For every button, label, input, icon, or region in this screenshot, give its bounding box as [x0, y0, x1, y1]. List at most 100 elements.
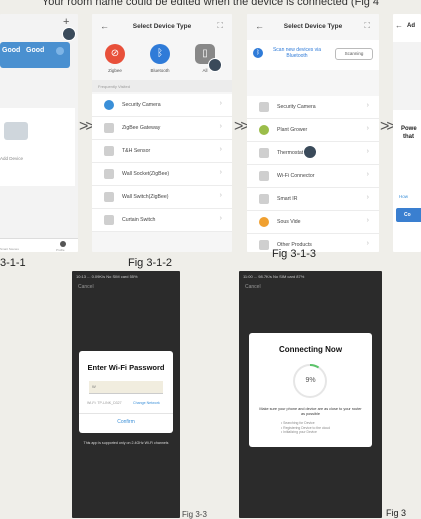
chevron-right-icon: ›: [219, 100, 222, 107]
status-bar: 10:13 ... 0.09K/s No SIM card 55%: [76, 274, 138, 279]
scan-text: Scan new devices via Bluetooth: [272, 47, 322, 59]
sensor-icon: [104, 146, 114, 156]
phone-wifi-password: 10:13 ... 0.09K/s No SIM card 55% Cancel…: [72, 271, 180, 518]
caption-fig-right: Fig 3: [386, 508, 407, 518]
scan-icon[interactable]: ⛶: [364, 21, 370, 31]
status-bar: 11:00 ... 98.7K/s No SIM card 87%: [243, 274, 305, 279]
device-row[interactable]: T&H Sensor ›: [92, 140, 232, 163]
zigbee-icon[interactable]: ⊘: [105, 44, 125, 64]
home-tiles: Good Good: [0, 42, 70, 68]
chevron-right-icon: ›: [366, 148, 369, 155]
device-row[interactable]: Smart IR ›: [247, 188, 379, 211]
wifi-dialog: Enter Wi-Fi Password W Wi-Fi: TP-LINK_D3…: [79, 351, 173, 433]
device-row[interactable]: Wall Switch(ZigBee) ›: [92, 186, 232, 209]
security-camera-icon: [104, 100, 114, 110]
step-item: • Initializing your Device: [281, 430, 317, 434]
scanning-button[interactable]: Scanning: [335, 48, 373, 60]
confirm-button[interactable]: Confirm: [79, 419, 173, 425]
phone-home: + Good Good Add Device Smart Scenes Prof…: [0, 14, 78, 252]
curtain-icon: [104, 215, 114, 225]
instruction-fragment-1: Powe: [401, 126, 417, 132]
socket-icon: [104, 169, 114, 179]
step-list: • Searching for Device • Registering Dev…: [281, 421, 330, 435]
nav-scenes[interactable]: Smart Scenes: [0, 247, 19, 251]
caption-fig-3-1-1: 3-1-1: [0, 257, 26, 269]
confirm-button[interactable]: Co: [396, 208, 421, 222]
chevron-right-icon: ›: [366, 125, 369, 132]
chevron-right-icon: ›: [219, 215, 222, 222]
section-header: Frequently Visited: [92, 80, 232, 92]
network-name: Wi-Fi: TP-LINK_D327: [87, 401, 122, 405]
screen-title: Select Device Type: [283, 23, 343, 30]
device-row[interactable]: Plant Grower ›: [247, 119, 379, 142]
wifi-password-input[interactable]: W: [89, 381, 163, 394]
device-box-icon: [4, 122, 28, 140]
bluetooth-label: Bluetooth: [150, 68, 170, 73]
security-camera-icon: [259, 102, 269, 112]
pointer-hand-icon: [62, 27, 76, 41]
home-bottom-nav: Smart Scenes Profile: [0, 238, 78, 252]
device-row[interactable]: Curtain Switch ›: [92, 209, 232, 232]
tile-good-2: Good: [26, 47, 45, 54]
device-image: [393, 42, 421, 110]
instruction-fragment-2: that: [403, 134, 414, 140]
chevron-right-icon: ›: [366, 240, 369, 247]
progress-percent: 9%: [305, 377, 316, 384]
dialog-title: Enter Wi-Fi Password: [87, 363, 165, 372]
bluetooth-scan-bar: ᛒ Scan new devices via Bluetooth Scannin…: [247, 40, 379, 70]
chevron-right-icon: ›: [366, 217, 369, 224]
chevron-right-icon: ›: [219, 169, 222, 176]
select-device-topbar: ← Select Device Type ⛶: [247, 14, 379, 38]
device-row[interactable]: ZigBee Gateway ›: [92, 117, 232, 140]
chevron-right-icon: ›: [366, 171, 369, 178]
connecting-dialog: Connecting Now 9% Make sure your phone a…: [249, 333, 372, 447]
page-header-text: Your room name could be edited when the …: [41, 0, 380, 8]
screen-title: Select Device Type: [132, 23, 192, 30]
pointer-hand-icon: [303, 145, 317, 159]
bluetooth-icon: ᛒ: [253, 48, 263, 58]
pointer-hand-icon: [208, 58, 222, 72]
change-network-link[interactable]: Change Network: [133, 401, 160, 405]
device-row[interactable]: Wall Socket(ZigBee) ›: [92, 163, 232, 186]
arrow-3: >>: [380, 118, 396, 135]
cancel-link[interactable]: Cancel: [245, 284, 261, 290]
chevron-right-icon: ›: [219, 146, 222, 153]
arrow-2: >>: [234, 118, 250, 135]
device-row[interactable]: Sous Vide ›: [247, 211, 379, 234]
switch-icon: [104, 192, 114, 202]
proximity-note: Make sure your phone and device are as c…: [259, 407, 362, 416]
add-device-link[interactable]: Add Device: [0, 156, 23, 161]
device-row[interactable]: Security Camera ›: [92, 94, 232, 117]
wifi-connector-icon: [259, 171, 269, 181]
select-device-topbar: ← Select Device Type ⛶: [92, 14, 232, 38]
caption-fig-3-1-2: Fig 3-1-2: [128, 257, 173, 269]
help-link[interactable]: How: [399, 194, 408, 199]
chevron-right-icon: ›: [366, 194, 369, 201]
dialog-divider: [79, 413, 173, 414]
phone-select-device: ← Select Device Type ⛶ ⊘ Zigbee ᛒ Blueto…: [92, 14, 232, 252]
gateway-icon: [104, 123, 114, 133]
sous-vide-icon: [259, 217, 269, 227]
device-row[interactable]: Wi-Fi Connector ›: [247, 165, 379, 188]
screen-title-fragment: Ad: [407, 23, 415, 29]
tile-good-1: Good: [2, 47, 21, 54]
back-arrow-icon[interactable]: ←: [395, 21, 403, 30]
device-row[interactable]: Security Camera ›: [247, 96, 379, 119]
scan-icon[interactable]: ⛶: [217, 21, 223, 31]
cancel-link[interactable]: Cancel: [78, 284, 94, 290]
phone-add-device-partial: ← Ad Powe that How Co: [393, 14, 421, 252]
thermostat-icon: [259, 148, 269, 158]
info-icon: [56, 47, 64, 55]
other-products-icon: [259, 240, 269, 250]
caption-fig-3-1-3: Fig 3-1-3: [272, 248, 317, 260]
phone-select-device-scan: ← Select Device Type ⛶ ᛒ Scan new device…: [247, 14, 379, 252]
nav-profile[interactable]: Profile: [56, 248, 65, 252]
connecting-title: Connecting Now: [278, 345, 343, 354]
chevron-right-icon: ›: [366, 102, 369, 109]
chevron-right-icon: ›: [219, 192, 222, 199]
plant-icon: [259, 125, 269, 135]
zigbee-label: Zigbee: [108, 68, 122, 73]
smart-ir-icon: [259, 194, 269, 204]
profile-icon[interactable]: [60, 241, 66, 247]
bluetooth-icon[interactable]: ᛒ: [150, 44, 170, 64]
